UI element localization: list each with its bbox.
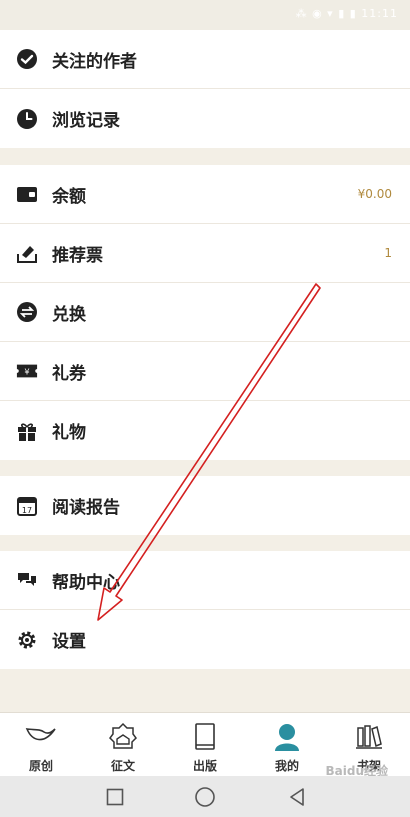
menu-item-label: 兑换: [52, 304, 86, 325]
recent-apps-icon[interactable]: [102, 784, 128, 810]
menu-item-label: 阅读报告: [52, 498, 120, 518]
badge-icon: [106, 721, 140, 753]
menu-item-label: 礼物: [52, 423, 86, 443]
wallet-icon: [16, 183, 38, 205]
menu-item-history[interactable]: 浏览记录: [0, 89, 410, 148]
gear-icon: [16, 629, 38, 651]
menu-item-exchange[interactable]: 兑换: [0, 283, 410, 342]
menu-item-help-center[interactable]: 帮助中心: [0, 551, 410, 610]
exchange-icon: [16, 301, 38, 323]
menu-group-follow: 关注的作者 浏览记录: [0, 30, 410, 148]
menu-item-label: 设置: [52, 632, 86, 652]
menu-item-label: 礼券: [52, 363, 86, 384]
menu-item-followed-authors[interactable]: 关注的作者: [0, 30, 410, 89]
tab-label: 出版: [192, 759, 217, 773]
book-icon: [188, 721, 222, 753]
menu-group-wallet: 余额 ¥0.00 推荐票 1 兑换 ¥ 礼券 礼物: [0, 165, 410, 460]
tab-mine[interactable]: 我的: [246, 713, 328, 776]
menu-item-recommend-ticket[interactable]: 推荐票 1: [0, 224, 410, 283]
tab-label: 我的: [274, 759, 299, 773]
bookshelf-icon: [352, 721, 386, 753]
svg-text:¥: ¥: [24, 367, 29, 377]
clock-icon: [16, 108, 38, 130]
tab-original[interactable]: 原创: [0, 713, 82, 776]
tab-contest[interactable]: 征文: [82, 713, 164, 776]
system-nav-bar: [0, 776, 410, 817]
bird-icon: [24, 721, 58, 753]
menu-item-settings[interactable]: 设置: [0, 610, 410, 669]
ticket-count: 1: [384, 246, 392, 260]
status-text: ⁂ ◉ ▾ ▮ ▮ 11:11: [295, 7, 398, 20]
menu-item-coupon[interactable]: ¥ 礼券: [0, 342, 410, 401]
menu-group-support: 帮助中心 设置: [0, 551, 410, 669]
calendar-icon: 17: [16, 495, 38, 517]
back-icon[interactable]: [284, 784, 310, 810]
balance-value: ¥0.00: [357, 187, 392, 201]
coupon-icon: ¥: [16, 360, 38, 382]
tab-label: 征文: [110, 759, 135, 773]
ticket-tray-icon: [16, 242, 38, 264]
menu-item-label: 推荐票: [52, 245, 103, 266]
calendar-day: 17: [22, 506, 32, 515]
chat-bubbles-icon: [16, 569, 38, 591]
menu-item-label: 余额: [52, 186, 86, 207]
person-icon: [270, 721, 304, 753]
gift-icon: [16, 420, 38, 442]
check-badge-icon: [16, 48, 38, 70]
menu-item-label: 帮助中心: [52, 572, 120, 593]
menu-item-gift[interactable]: 礼物: [0, 401, 410, 460]
menu-item-label: 浏览记录: [52, 111, 120, 131]
menu-item-label: 关注的作者: [52, 51, 137, 72]
menu-item-reading-report[interactable]: 17 阅读报告: [0, 476, 410, 535]
menu-item-balance[interactable]: 余额 ¥0.00: [0, 165, 410, 224]
menu-group-report: 17 阅读报告: [0, 476, 410, 535]
tab-publish[interactable]: 出版: [164, 713, 246, 776]
home-icon[interactable]: [192, 784, 218, 810]
status-bar: ⁂ ◉ ▾ ▮ ▮ 11:11: [0, 0, 410, 30]
tab-label: 原创: [28, 759, 53, 773]
